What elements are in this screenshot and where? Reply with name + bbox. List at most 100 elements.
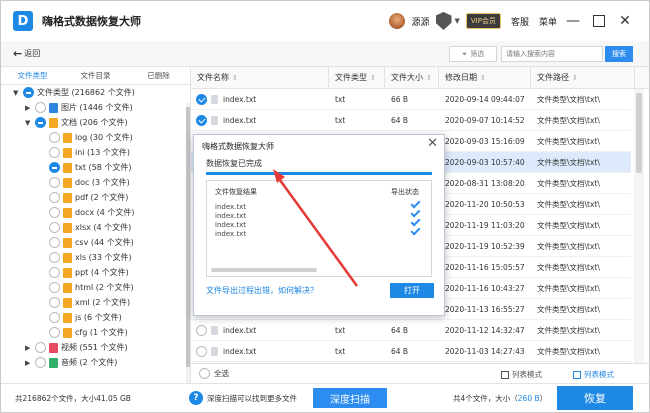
deep-scan-button[interactable]: 深度扫描 — [313, 388, 387, 408]
close-button[interactable]: ✕ — [615, 11, 635, 31]
open-folder-button[interactable]: 打开 — [390, 283, 434, 298]
tree-scrollbar[interactable] — [186, 103, 190, 385]
column-header[interactable]: 文件大小 — [385, 67, 439, 89]
folder-icon — [49, 357, 58, 368]
customer-service-link[interactable]: 客服 — [511, 15, 529, 28]
tree-item[interactable]: ▼ 文件类型 (216862 个文件) — [13, 85, 135, 100]
table-row[interactable]: index.txt txt 64 B 2020-11-03 14:27:43 文件类型\… — [191, 341, 631, 362]
expand-right-icon[interactable]: ▶ — [25, 344, 32, 352]
question-icon[interactable]: ? — [189, 391, 203, 405]
cell-date: 2020-11-12 14:32:47 — [445, 326, 525, 335]
tree-checkbox[interactable] — [49, 267, 60, 278]
tab-deleted[interactable]: 已删除 — [127, 67, 190, 84]
tree-checkbox[interactable] — [49, 297, 60, 308]
filter-button[interactable]: ⏷ 筛选 — [449, 46, 497, 62]
table-row[interactable]: index.txt txt 64 B 2020-09-07 10:14:52 文件类型\… — [191, 110, 631, 131]
row-checkbox[interactable] — [196, 94, 207, 105]
cell-date: 2020-11-03 14:27:43 — [445, 347, 525, 356]
tree-checkbox[interactable] — [49, 192, 60, 203]
expand-down-icon[interactable]: ▼ — [13, 89, 20, 97]
tree-checkbox[interactable] — [49, 207, 60, 218]
tab-file-directory[interactable]: 文件目录 — [64, 67, 127, 84]
tree-item[interactable]: docx (4 个文件) — [39, 205, 135, 220]
detail-mode-toggle[interactable]: 列表模式 — [573, 369, 614, 380]
tree-item[interactable]: ▶ 音频 (2 个文件) — [25, 355, 117, 370]
cell-path: 文件类型\文档\txt\ — [537, 326, 600, 335]
menu-link[interactable]: 菜单 — [539, 15, 557, 28]
row-checkbox[interactable] — [196, 115, 207, 126]
dialog-close-icon[interactable]: ✕ — [427, 136, 438, 151]
tree-item-label: csv (44 个文件) — [75, 238, 134, 247]
tree-checkbox[interactable] — [49, 237, 60, 248]
row-checkbox[interactable] — [196, 346, 207, 357]
tree-item[interactable]: xls (33 个文件) — [39, 250, 132, 265]
expand-down-icon[interactable]: ▼ — [25, 119, 32, 127]
tree-item[interactable]: html (2 个文件) — [39, 280, 134, 295]
recover-button[interactable]: 恢复 — [557, 386, 633, 410]
tree-checkbox[interactable] — [35, 342, 46, 353]
table-scrollbar[interactable] — [634, 89, 644, 363]
tree-checkbox[interactable] — [23, 87, 34, 98]
list-mode-toggle[interactable]: 列表模式 — [501, 369, 542, 380]
tree-checkbox[interactable] — [49, 222, 60, 233]
app-logo-icon: D — [13, 11, 33, 31]
table-row[interactable]: index.txt txt 64 B 2020-11-12 14:32:47 文件类型\… — [191, 320, 631, 341]
column-header[interactable]: 修改日期 — [439, 67, 531, 89]
back-button[interactable]: ← 返回 — [13, 47, 40, 60]
row-checkbox[interactable] — [196, 325, 207, 336]
chevron-down-icon[interactable]: ▼ — [455, 17, 460, 25]
filter-icon: ⏷ — [461, 49, 468, 58]
tree-item[interactable]: ppt (4 个文件) — [39, 265, 129, 280]
table-footer: 全选 列表模式 列表模式 — [191, 363, 649, 383]
cell-path: 文件类型\文档\txt\ — [537, 116, 600, 125]
table-row[interactable]: index.txt txt 66 B 2020-09-14 09:44:07 文件类型\… — [191, 89, 631, 110]
tree-item-label: xls (33 个文件) — [75, 253, 132, 262]
tree-checkbox[interactable] — [35, 117, 46, 128]
tree-item[interactable]: ini (13 个文件) — [39, 145, 130, 160]
tree-item[interactable]: ▶ 图片 (1446 个文件) — [25, 100, 133, 115]
tree-item[interactable]: csv (44 个文件) — [39, 235, 134, 250]
tree-checkbox[interactable] — [49, 327, 60, 338]
maximize-button[interactable] — [593, 15, 605, 27]
column-header[interactable]: 文件类型 — [329, 67, 385, 89]
avatar[interactable] — [389, 13, 406, 29]
result-list-scrollbar[interactable] — [211, 268, 317, 272]
user-name[interactable]: 源源 — [411, 15, 429, 28]
column-header[interactable]: 文件路径 — [531, 67, 635, 89]
tree-item[interactable]: pdf (2 个文件) — [39, 190, 128, 205]
search-input[interactable] — [501, 46, 603, 62]
search-button[interactable]: 搜索 — [605, 46, 633, 62]
tree-item[interactable]: xlsx (4 个文件) — [39, 220, 131, 235]
tree-item[interactable]: js (6 个文件) — [39, 310, 122, 325]
tree-item[interactable]: ▶ 视频 (551 个文件) — [25, 340, 128, 355]
vip-badge[interactable]: VIP会员 — [465, 13, 501, 29]
expand-right-icon[interactable]: ▶ — [25, 359, 32, 367]
cell-path: 文件类型\文档\txt\ — [537, 284, 600, 293]
export-help-link[interactable]: 文件导出过程出错，如何解决？ — [206, 285, 318, 296]
tree-checkbox[interactable] — [35, 357, 46, 368]
tree-checkbox[interactable] — [49, 282, 60, 293]
tree-checkbox[interactable] — [35, 102, 46, 113]
tab-file-type[interactable]: 文件类型 — [1, 67, 64, 84]
tree-item[interactable]: xml (2 个文件) — [39, 295, 130, 310]
tree-item[interactable]: cfg (1 个文件) — [39, 325, 128, 340]
tree-checkbox[interactable] — [49, 132, 60, 143]
tree-item[interactable]: ▼ 文档 (206 个文件) — [25, 115, 128, 130]
tree-checkbox[interactable] — [49, 252, 60, 263]
tree-item[interactable]: txt (58 个文件) — [39, 160, 132, 175]
select-all-checkbox[interactable] — [199, 368, 210, 379]
title-bar-actions: 源源 ▼ VIP会员 客服 菜单 — ✕ — [389, 1, 635, 41]
minimize-button[interactable]: — — [563, 11, 583, 31]
shield-icon[interactable] — [435, 12, 452, 30]
tree-item[interactable]: doc (3 个文件) — [39, 175, 130, 190]
tree-checkbox[interactable] — [49, 147, 60, 158]
tree-checkbox[interactable] — [49, 162, 60, 173]
folder-icon — [63, 282, 72, 293]
column-header[interactable]: 文件名称 — [191, 67, 329, 89]
expand-right-icon[interactable]: ▶ — [25, 104, 32, 112]
tree-checkbox[interactable] — [49, 312, 60, 323]
cell-type: txt — [335, 116, 346, 125]
select-all-label[interactable]: 全选 — [214, 368, 229, 379]
tree-checkbox[interactable] — [49, 177, 60, 188]
tree-item[interactable]: log (30 个文件) — [39, 130, 133, 145]
